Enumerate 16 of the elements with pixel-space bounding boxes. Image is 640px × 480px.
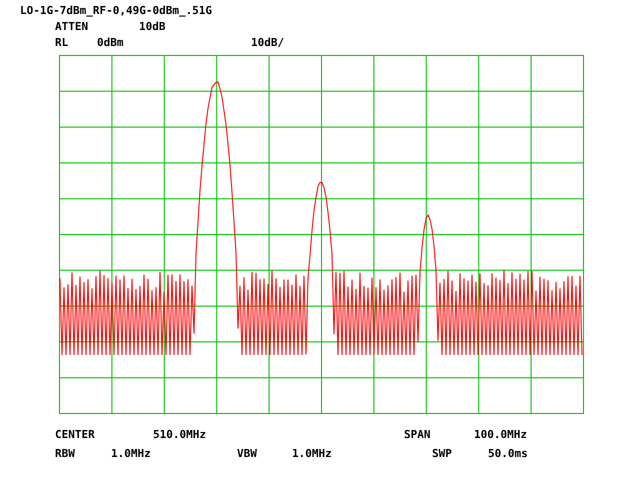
vbw-label: VBW [237,446,258,462]
rbw-label: RBW [55,446,76,462]
attenuation-value: 10dB [139,19,166,35]
sweep-value: 50.0ms [488,446,528,462]
rbw-value: 1.0MHz [111,446,152,462]
trace-title: LO-1G-7dBm_RF-0,49G-0dBm_.51G [20,3,212,19]
scale-value: 10dB/ [251,35,284,51]
center-value: 510.0MHz [153,427,207,443]
vbw-value: 1.0MHz [292,446,333,462]
reference-level-value: 0dBm [97,35,124,51]
span-label: SPAN [404,427,432,443]
span-value: 100.0MHz [474,427,527,443]
attenuation-label: ATTEN [55,19,90,35]
sweep-label: SWP [432,446,453,462]
center-label: CENTER [55,427,96,443]
reference-level-label: RL [55,35,70,51]
